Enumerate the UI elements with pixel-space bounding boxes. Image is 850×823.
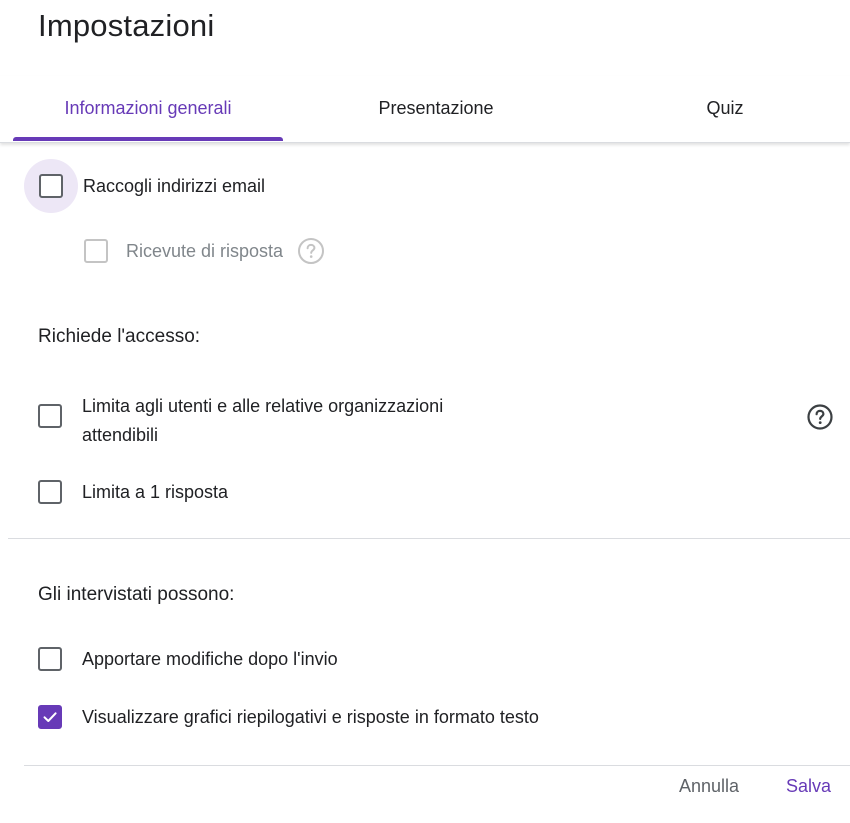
checkmark-icon [43, 712, 57, 722]
tab-bar: Informazioni generali Presentazione Quiz [0, 76, 850, 143]
restrict-org-label-line2: attendibili [82, 425, 159, 445]
active-tab-indicator [13, 137, 283, 141]
help-circle-icon[interactable] [806, 403, 834, 431]
limit-one-response-option[interactable]: Limita a 1 risposta [38, 480, 228, 504]
access-heading: Richiede l'accesso: [38, 326, 201, 347]
edit-after-submit-option[interactable]: Apportare modifiche dopo l'invio [38, 647, 338, 671]
see-summary-checkbox[interactable] [38, 705, 62, 729]
footer-divider [24, 765, 850, 766]
tab-general-label: Informazioni generali [64, 97, 232, 118]
restrict-org-checkbox[interactable] [38, 404, 62, 428]
tab-presentation-label: Presentazione [378, 97, 494, 118]
restrict-org-label-line1: Limita agli utenti e alle relative organ… [82, 396, 444, 416]
collect-email-checkbox[interactable] [39, 174, 63, 198]
tab-general[interactable]: Informazioni generali [13, 76, 283, 140]
response-receipts-checkbox [84, 239, 108, 263]
response-receipts-label: Ricevute di risposta [126, 240, 284, 261]
help-circle-icon[interactable] [297, 237, 325, 265]
tab-quiz-label: Quiz [706, 97, 744, 118]
dialog-title: Impostazioni [38, 8, 215, 43]
settings-dialog: Impostazioni Informazioni generali Prese… [0, 0, 850, 823]
collect-email-label: Raccogli indirizzi email [83, 175, 266, 196]
save-button[interactable]: Salva [786, 776, 831, 797]
edit-after-submit-checkbox[interactable] [38, 647, 62, 671]
response-receipts-option: Ricevute di risposta [84, 237, 325, 265]
tab-quiz[interactable]: Quiz [600, 76, 850, 140]
see-summary-option[interactable]: Visualizzare grafici riepilogativi e ris… [38, 705, 539, 729]
limit-one-response-checkbox[interactable] [38, 480, 62, 504]
restrict-org-option[interactable]: Limita agli utenti e alle relative organ… [38, 392, 443, 450]
edit-after-submit-label: Apportare modifiche dopo l'invio [82, 648, 338, 669]
collect-email-option[interactable]: Raccogli indirizzi email [39, 174, 265, 198]
restrict-org-label: Limita agli utenti e alle relative organ… [82, 392, 443, 450]
see-summary-label: Visualizzare grafici riepilogativi e ris… [82, 706, 539, 727]
respondents-heading: Gli intervistati possono: [38, 584, 235, 605]
cancel-button[interactable]: Annulla [679, 776, 739, 797]
tab-presentation[interactable]: Presentazione [300, 76, 572, 140]
section-divider [8, 538, 850, 539]
limit-one-response-label: Limita a 1 risposta [82, 481, 229, 502]
